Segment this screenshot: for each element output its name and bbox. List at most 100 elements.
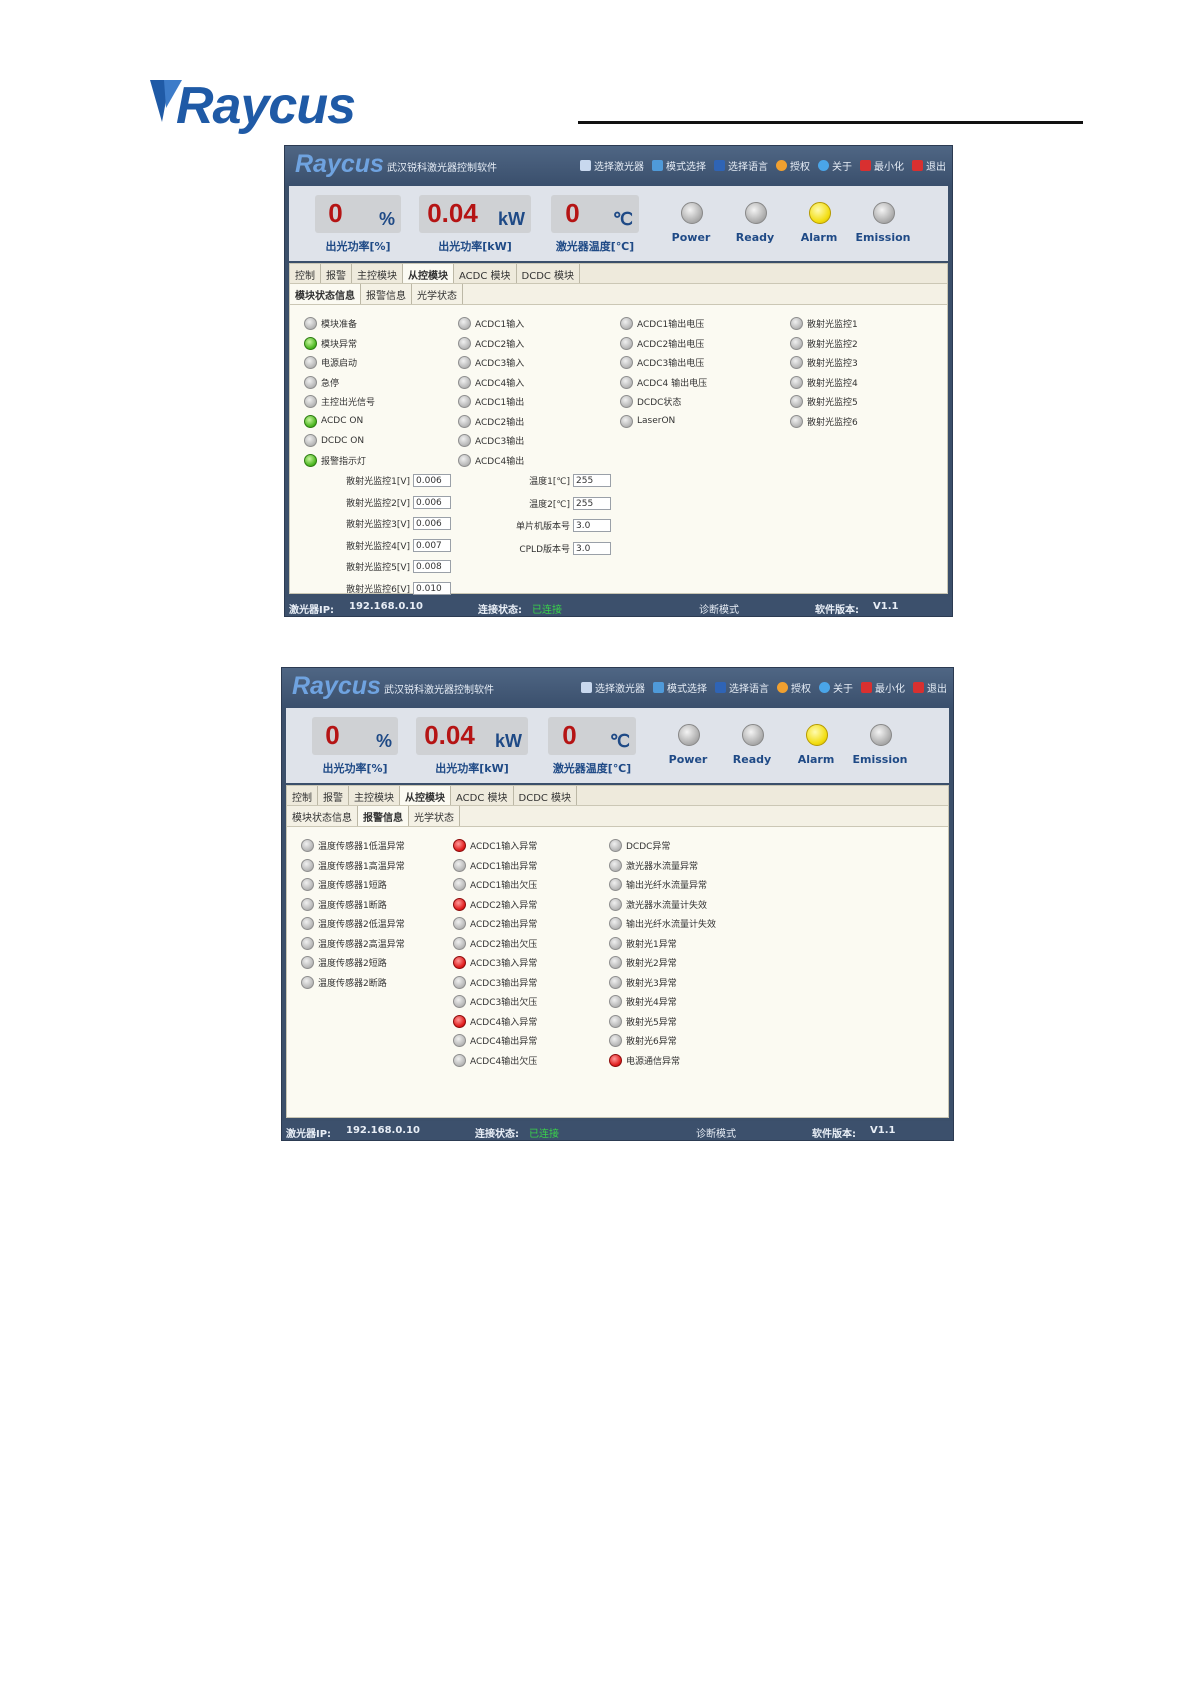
gauge-readout: 0 ℃ bbox=[551, 195, 639, 233]
status-indicator: ACDC1输入 bbox=[458, 317, 524, 330]
indicator-label: 散射光5异常 bbox=[626, 1017, 677, 1028]
menu-item-about[interactable]: 关于 bbox=[819, 680, 853, 695]
indicator-label: DCDC ON bbox=[321, 435, 365, 446]
menu-item-mode-select[interactable]: 模式选择 bbox=[653, 680, 707, 695]
menu-item-exit[interactable]: 退出 bbox=[913, 680, 947, 695]
minimize-icon bbox=[861, 682, 872, 693]
menu-item-minimize[interactable]: 最小化 bbox=[861, 680, 905, 695]
field-value[interactable]: 0.008 bbox=[413, 560, 451, 573]
indicator-led-icon bbox=[609, 839, 622, 852]
gauge-caption: 激光器温度[℃] bbox=[555, 240, 635, 253]
tab-5[interactable]: ACDC 模块 bbox=[451, 786, 514, 805]
status-indicator: ACDC ON bbox=[304, 414, 363, 428]
indicator-label: ACDC4输出异常 bbox=[470, 1037, 538, 1047]
field-value[interactable]: 255 bbox=[573, 474, 611, 487]
gauge-unit: % bbox=[375, 731, 392, 751]
status-indicator: 电源通信异常 bbox=[609, 1053, 680, 1067]
field-value[interactable]: 0.007 bbox=[413, 538, 451, 552]
indicator-led-icon bbox=[453, 975, 466, 989]
status-indicator: 散射光监控6 bbox=[790, 414, 858, 428]
status-indicator: 温度传感器1低温异常 bbox=[301, 839, 405, 852]
indicator-label: 温度传感器2低温异常 bbox=[318, 920, 405, 930]
subtab-2[interactable]: 报警信息 bbox=[361, 284, 412, 304]
indicator-label: ACDC1输出异常 bbox=[470, 861, 538, 872]
main-tabs: 控制 报警 主控模块 从控模块 ACDC 模块 DCDC 模块 bbox=[290, 264, 947, 284]
gauge-caption: 出光功率[kW] bbox=[435, 762, 509, 775]
tab-5[interactable]: ACDC 模块 bbox=[454, 264, 517, 283]
menu-item-language[interactable]: 选择语言 bbox=[715, 680, 769, 695]
subtab-2[interactable]: 报警信息 bbox=[358, 806, 409, 826]
tab-6[interactable]: DCDC 模块 bbox=[517, 264, 581, 283]
tab-2[interactable]: 报警 bbox=[321, 264, 352, 283]
gauge-value: 0 bbox=[325, 720, 340, 750]
tab-4[interactable]: 从控模块 bbox=[403, 264, 454, 283]
tab-3[interactable]: 主控模块 bbox=[349, 786, 400, 805]
indicator-label: 电源启动 bbox=[321, 359, 358, 369]
menu-item-mode-select[interactable]: 模式选择 bbox=[652, 158, 706, 173]
menu-item-minimize[interactable]: 最小化 bbox=[860, 158, 904, 173]
tab-1[interactable]: 控制 bbox=[287, 786, 318, 805]
menu-item-authorize[interactable]: 授权 bbox=[777, 680, 811, 695]
subtab-1[interactable]: 模块状态信息 bbox=[290, 284, 361, 304]
gauge-unit: % bbox=[378, 209, 395, 229]
indicator-label: 散射光监控2 bbox=[807, 339, 858, 350]
menu-item-laser-select[interactable]: 选择激光器 bbox=[580, 158, 644, 173]
connection-status: 已连接 bbox=[529, 1129, 559, 1140]
menu-item-label: 选择语言 bbox=[728, 162, 768, 173]
status-indicator: 报警指示灯 bbox=[304, 453, 366, 467]
menu-item-exit[interactable]: 退出 bbox=[912, 158, 946, 173]
status-bar: 激光器IP: 192.168.0.10 连接状态: 已连接 诊断模式 软件版本: V1.1 bbox=[285, 597, 952, 616]
field-label: 温度1[℃] bbox=[529, 477, 570, 487]
indicator-led-icon bbox=[304, 395, 317, 408]
sub-tabs: 模块状态信息 报警信息 光学状态 bbox=[287, 806, 948, 827]
indicator-led-icon bbox=[458, 453, 471, 467]
tab-1[interactable]: 控制 bbox=[290, 264, 321, 283]
menu-item-laser-select[interactable]: 选择激光器 bbox=[581, 680, 645, 695]
mode-label: 诊断模式 bbox=[699, 605, 739, 616]
menu-item-about[interactable]: 关于 bbox=[818, 158, 852, 173]
indicator-label: 散射光1异常 bbox=[626, 939, 677, 950]
indicator-led-icon bbox=[609, 897, 622, 911]
status-indicator: ACDC4输入异常 bbox=[453, 1014, 537, 1028]
status-indicator: 散射光监控2 bbox=[790, 336, 858, 350]
tab-4[interactable]: 从控模块 bbox=[400, 786, 451, 805]
field-value[interactable]: 255 bbox=[573, 496, 611, 510]
connection-status: 已连接 bbox=[532, 605, 562, 616]
app-logo: Raycus bbox=[295, 150, 384, 178]
menu-item-label: 选择激光器 bbox=[594, 162, 644, 173]
field-label: 散射光监控1[V] bbox=[346, 477, 410, 487]
status-indicator: 散射光4异常 bbox=[609, 995, 677, 1008]
status-indicator: ACDC2输入 bbox=[458, 336, 524, 350]
subtab-3[interactable]: 光学状态 bbox=[412, 284, 463, 304]
indicator-label: ACDC2输出欠压 bbox=[470, 939, 538, 950]
field-value[interactable]: 0.010 bbox=[413, 581, 451, 595]
field-value[interactable]: 0.006 bbox=[413, 495, 451, 509]
indicator-led-icon bbox=[453, 1014, 466, 1028]
status-lamp-ready bbox=[742, 724, 764, 746]
gauge-caption: 激光器温度[℃] bbox=[552, 762, 632, 775]
subtab-3[interactable]: 光学状态 bbox=[409, 806, 460, 826]
indicator-label: ACDC4输入 bbox=[475, 378, 525, 389]
status-indicator: ACDC3输出电压 bbox=[620, 356, 704, 369]
tab-3[interactable]: 主控模块 bbox=[352, 264, 403, 283]
status-lamp-emission bbox=[870, 724, 892, 746]
indicator-led-icon bbox=[620, 414, 633, 428]
menu-item-label: 授权 bbox=[791, 684, 811, 695]
mode-select-icon bbox=[653, 682, 664, 693]
field-value[interactable]: 0.006 bbox=[413, 517, 451, 530]
status-indicator: 急停 bbox=[304, 375, 340, 389]
menu-item-label: 关于 bbox=[832, 162, 852, 173]
tab-6[interactable]: DCDC 模块 bbox=[514, 786, 578, 805]
exit-icon bbox=[912, 160, 923, 171]
subtab-1[interactable]: 模块状态信息 bbox=[287, 806, 358, 826]
field-label: 温度2[℃] bbox=[529, 499, 570, 510]
field-value[interactable]: 0.006 bbox=[413, 474, 451, 487]
field-value[interactable]: 3.0 bbox=[573, 519, 611, 532]
menu-item-language[interactable]: 选择语言 bbox=[714, 158, 768, 173]
field-label: 散射光监控6[V] bbox=[346, 584, 410, 595]
tab-2[interactable]: 报警 bbox=[318, 786, 349, 805]
menu-item-authorize[interactable]: 授权 bbox=[776, 158, 810, 173]
menu-item-label: 选择语言 bbox=[729, 684, 769, 695]
indicator-label: 急停 bbox=[321, 378, 340, 389]
field-value[interactable]: 3.0 bbox=[573, 541, 611, 555]
